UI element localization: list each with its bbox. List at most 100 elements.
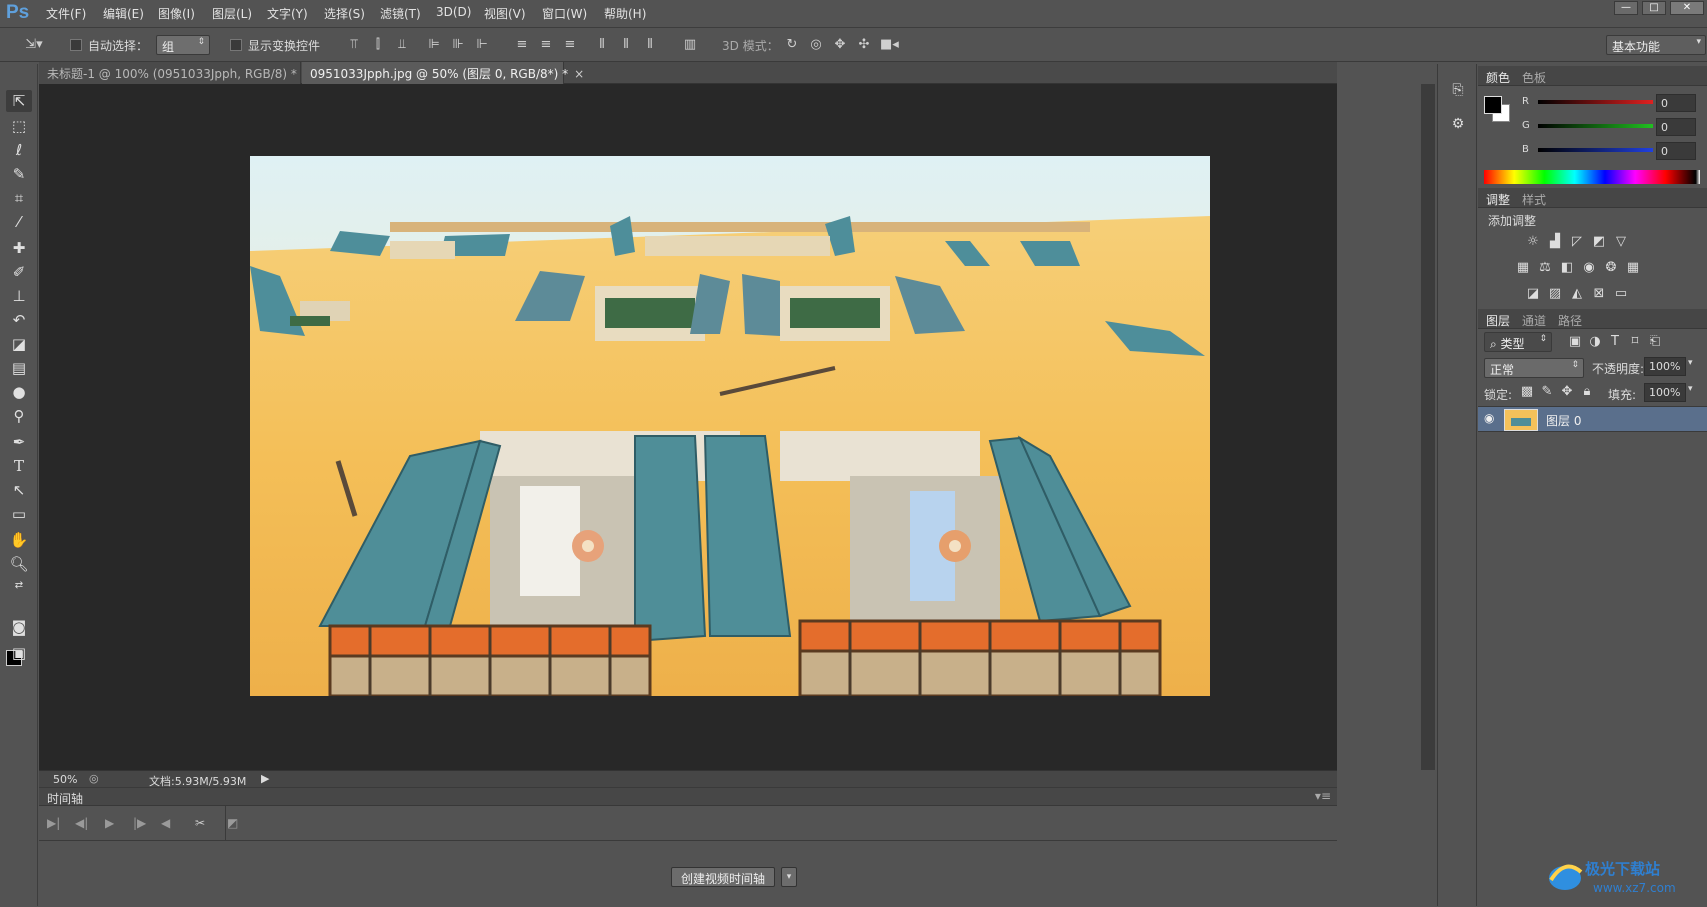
- next-frame-icon[interactable]: |▶: [133, 816, 146, 830]
- black-white-icon[interactable]: ◧: [1558, 260, 1576, 276]
- invert-icon[interactable]: ◪: [1524, 286, 1542, 302]
- rectangle-tool-icon[interactable]: ▭: [6, 503, 32, 525]
- filter-smart-object-icon[interactable]: ⎗: [1646, 334, 1664, 350]
- selective-color-icon[interactable]: ⊠: [1590, 286, 1608, 302]
- 3d-scale-icon[interactable]: ■◂: [880, 37, 899, 53]
- lock-pixels-icon[interactable]: ✎: [1538, 384, 1556, 400]
- align-left-icon[interactable]: ⊫: [426, 37, 442, 53]
- close-icon[interactable]: ×: [574, 67, 584, 81]
- align-vcenter-icon[interactable]: ⫿: [370, 37, 386, 53]
- tab-swatches[interactable]: 色板: [1522, 69, 1546, 86]
- status-menu-arrow-icon[interactable]: ▶: [261, 772, 269, 785]
- gradient-map-icon[interactable]: ▭: [1612, 286, 1630, 302]
- tab-channels[interactable]: 通道: [1522, 312, 1546, 329]
- posterize-icon[interactable]: ▨: [1546, 286, 1564, 302]
- photo-filter-icon[interactable]: ◉: [1580, 260, 1598, 276]
- foreground-color-swatch[interactable]: [1484, 96, 1502, 114]
- auto-select-checkbox[interactable]: [70, 39, 82, 51]
- minimize-button[interactable]: —: [1614, 1, 1638, 15]
- lock-transparent-icon[interactable]: ▩: [1518, 384, 1536, 400]
- distribute-bottom-icon[interactable]: ≡: [562, 37, 578, 53]
- panel-menu-icon[interactable]: ▾≡: [1315, 789, 1331, 803]
- align-right-icon[interactable]: ⊩: [474, 37, 490, 53]
- move-tool-preset-icon[interactable]: ⇲▾: [20, 37, 48, 53]
- gradient-tool-icon[interactable]: ▤: [6, 357, 32, 379]
- tab-paths[interactable]: 路径: [1558, 312, 1582, 329]
- swap-colors-icon[interactable]: ⇄: [6, 575, 32, 597]
- quick-select-tool-icon[interactable]: ✎: [6, 163, 32, 185]
- distribute-right-icon[interactable]: ⦀: [642, 37, 658, 53]
- menu-file[interactable]: 文件(F): [46, 5, 86, 22]
- screen-mode-icon[interactable]: ▣: [6, 642, 32, 664]
- document-tab-active[interactable]: 0951033Jpph.jpg @ 50% (图层 0, RGB/8*) * ×: [302, 62, 584, 84]
- move-tool-icon[interactable]: ⇱: [6, 90, 32, 112]
- menu-layer[interactable]: 图层(L): [212, 5, 252, 22]
- fill-input[interactable]: 100%: [1644, 383, 1686, 402]
- workspace-dropdown[interactable]: 基本功能 ▾: [1606, 35, 1706, 55]
- blend-mode-dropdown[interactable]: 正常 ⇕: [1484, 358, 1584, 378]
- status-refresh-icon[interactable]: ◎: [89, 772, 99, 785]
- filter-pixel-icon[interactable]: ▣: [1566, 334, 1584, 350]
- eye-visibility-icon[interactable]: ◉: [1484, 411, 1494, 425]
- play-icon[interactable]: ▶: [105, 816, 114, 830]
- auto-align-icon[interactable]: ▥: [682, 37, 698, 53]
- distribute-hcenter-icon[interactable]: ⦀: [618, 37, 634, 53]
- history-brush-tool-icon[interactable]: ↶: [6, 309, 32, 331]
- layer-filter-dropdown[interactable]: ⌕ 类型 ⇕: [1484, 332, 1552, 352]
- brush-tool-icon[interactable]: ✐: [6, 261, 32, 283]
- lasso-tool-icon[interactable]: ℓ: [6, 139, 32, 161]
- levels-icon[interactable]: ▟: [1546, 234, 1564, 250]
- show-transform-checkbox[interactable]: [230, 39, 242, 51]
- menu-help[interactable]: 帮助(H): [604, 5, 646, 22]
- crop-tool-icon[interactable]: ⌗: [6, 187, 32, 209]
- create-video-timeline-button[interactable]: 创建视频时间轴: [671, 867, 775, 887]
- maximize-button[interactable]: □: [1642, 1, 1666, 15]
- blue-value-input[interactable]: 0: [1656, 142, 1696, 160]
- 3d-slide-icon[interactable]: ✣: [856, 37, 872, 53]
- brightness-contrast-icon[interactable]: ☼: [1524, 234, 1542, 250]
- green-slider[interactable]: [1538, 124, 1653, 128]
- opacity-arrow-icon[interactable]: ▾: [1688, 358, 1693, 368]
- vertical-scrollbar[interactable]: [1421, 84, 1435, 770]
- hand-tool-icon[interactable]: ✋: [6, 529, 32, 551]
- split-scissors-icon[interactable]: ✂: [195, 816, 205, 830]
- zoom-level[interactable]: 50%: [53, 773, 77, 786]
- filter-shape-icon[interactable]: ⌑: [1626, 334, 1644, 350]
- tab-adjustments[interactable]: 调整: [1486, 191, 1510, 208]
- menu-type[interactable]: 文字(Y): [267, 5, 308, 22]
- threshold-icon[interactable]: ◭: [1568, 286, 1586, 302]
- menu-filter[interactable]: 滤镜(T): [380, 5, 421, 22]
- pen-tool-icon[interactable]: ✒: [6, 431, 32, 453]
- curves-icon[interactable]: ◸: [1568, 234, 1586, 250]
- color-spectrum-ramp[interactable]: [1484, 170, 1700, 184]
- eyedropper-tool-icon[interactable]: ⁄: [6, 211, 32, 233]
- menu-select[interactable]: 选择(S): [324, 5, 365, 22]
- menu-image[interactable]: 图像(I): [158, 5, 195, 22]
- canvas-image[interactable]: [250, 156, 1210, 696]
- distribute-left-icon[interactable]: ⦀: [594, 37, 610, 53]
- 3d-pan-icon[interactable]: ✥: [832, 37, 848, 53]
- layer-row[interactable]: ◉ 图层 0: [1478, 406, 1707, 432]
- blur-tool-icon[interactable]: ●: [6, 381, 32, 403]
- menu-3d[interactable]: 3D(D): [436, 5, 471, 19]
- align-hcenter-icon[interactable]: ⊪: [450, 37, 466, 53]
- filter-adjustment-icon[interactable]: ◑: [1586, 334, 1604, 350]
- color-balance-icon[interactable]: ⚖: [1536, 260, 1554, 276]
- fill-arrow-icon[interactable]: ▾: [1688, 384, 1693, 394]
- blue-slider[interactable]: [1538, 148, 1653, 152]
- transition-icon[interactable]: ◩: [227, 816, 238, 830]
- document-tab[interactable]: 未标题-1 @ 100% (0951033Jpph, RGB/8) *×: [39, 62, 313, 84]
- hue-saturation-icon[interactable]: ▦: [1514, 260, 1532, 276]
- 3d-roll-icon[interactable]: ◎: [808, 37, 824, 53]
- color-lookup-icon[interactable]: ▦: [1624, 260, 1642, 276]
- filter-type-icon[interactable]: T: [1606, 334, 1624, 350]
- layer-name[interactable]: 图层 0: [1546, 412, 1581, 429]
- history-panel-icon[interactable]: ⎘: [1448, 82, 1468, 102]
- opacity-input[interactable]: 100%: [1644, 357, 1686, 376]
- red-value-input[interactable]: 0: [1656, 94, 1696, 112]
- menu-edit[interactable]: 编辑(E): [103, 5, 144, 22]
- lock-position-icon[interactable]: ✥: [1558, 384, 1576, 400]
- menu-window[interactable]: 窗口(W): [542, 5, 587, 22]
- channel-mixer-icon[interactable]: ❂: [1602, 260, 1620, 276]
- path-select-tool-icon[interactable]: ↖: [6, 479, 32, 501]
